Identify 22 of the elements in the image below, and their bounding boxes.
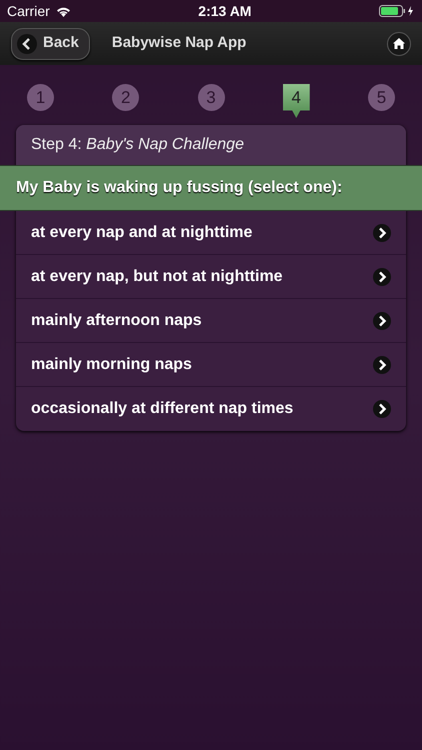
option-row[interactable]: mainly morning naps	[16, 343, 406, 387]
option-row[interactable]: at every nap, but not at nighttime	[16, 255, 406, 299]
home-icon	[393, 38, 405, 49]
back-button[interactable]: Back	[11, 28, 90, 60]
chevron-left-icon	[17, 34, 37, 54]
option-row[interactable]: occasionally at different nap times	[16, 387, 406, 431]
home-button[interactable]	[387, 32, 411, 56]
nav-title: Babywise Nap App	[112, 33, 246, 54]
chevron-right-icon	[373, 224, 391, 242]
step-heading: Step 4: Baby's Nap Challenge	[31, 135, 244, 155]
wifi-icon	[56, 6, 71, 16]
prompt-text: My Baby is waking up fussing (select one):	[16, 178, 342, 198]
clock-label: 2:13 AM	[198, 2, 252, 20]
chevron-right-icon	[373, 356, 391, 374]
step-tab[interactable]: 4	[282, 84, 310, 118]
option-row[interactable]: at every nap and at nighttime	[16, 211, 406, 255]
battery-icon	[378, 5, 415, 17]
option-row[interactable]: mainly afternoon naps	[16, 299, 406, 343]
chevron-right-icon	[373, 400, 391, 418]
chevron-right-icon	[373, 268, 391, 286]
carrier-label: Carrier	[7, 2, 50, 20]
chevron-right-icon	[373, 312, 391, 330]
